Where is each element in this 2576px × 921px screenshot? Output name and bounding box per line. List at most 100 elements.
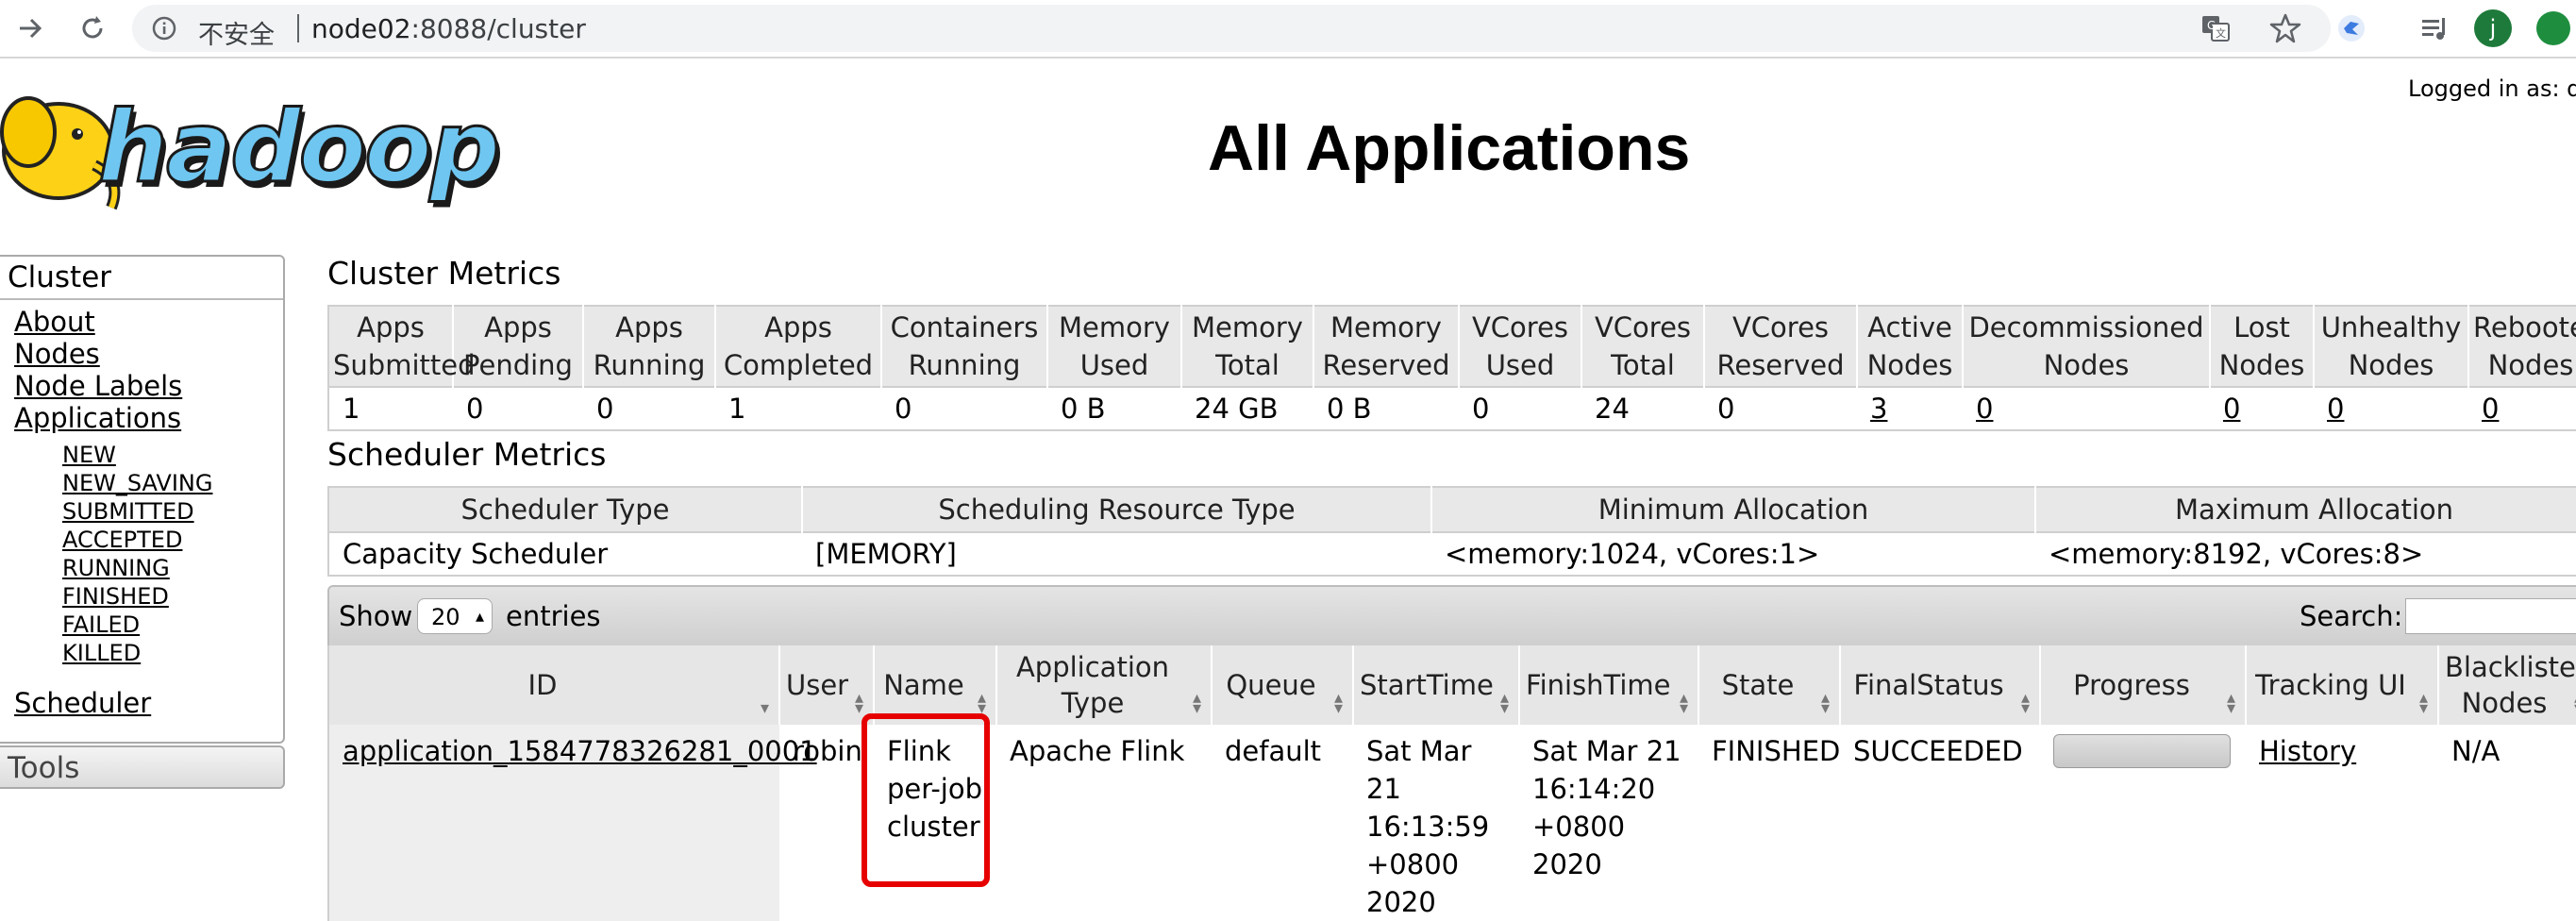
cm-link-rebooted-nodes[interactable]: 0 bbox=[2482, 393, 2499, 425]
extension-icon[interactable] bbox=[2331, 8, 2372, 49]
cm-value-apps-pending: 0 bbox=[453, 386, 583, 430]
sort-icon[interactable]: ▴▾ bbox=[1680, 690, 1688, 717]
cm-value-containers-running: 0 bbox=[881, 386, 1047, 430]
apps-header-label: ID bbox=[527, 669, 558, 701]
apps-header-label: Blacklisted Nodes bbox=[2445, 651, 2576, 719]
cm-header-containers-running: Containers Running bbox=[881, 306, 1048, 387]
cm-header-vcores-used: VCores Used bbox=[1459, 306, 1582, 387]
show-label: Show bbox=[339, 600, 413, 632]
sort-icon[interactable]: ▴▾ bbox=[2227, 690, 2235, 717]
sm-header-maximum-allocation: Maximum Allocation bbox=[2035, 487, 2576, 532]
sort-icon[interactable]: ▴▾ bbox=[855, 690, 863, 717]
sort-icon[interactable]: ▴▾ bbox=[978, 690, 986, 717]
browser-toolbar: 不安全 node02:8088/cluster G文 j bbox=[0, 0, 2576, 59]
cm-link-decommissioned-nodes[interactable]: 0 bbox=[1976, 393, 1993, 425]
cell-queue: default bbox=[1225, 735, 1322, 767]
sort-icon[interactable]: ▴▾ bbox=[2021, 690, 2030, 717]
info-icon[interactable] bbox=[151, 15, 177, 42]
forward-icon[interactable] bbox=[11, 9, 49, 47]
sidebar-heading-tools[interactable]: Tools bbox=[8, 751, 79, 785]
logo-wordmark-fill: hadoop bbox=[98, 90, 498, 205]
cm-link-active-nodes[interactable]: 3 bbox=[1870, 393, 1887, 425]
sort-icon[interactable]: ▴▾ bbox=[1821, 690, 1830, 717]
cm-header-apps-submitted: Apps Submitted bbox=[328, 306, 476, 387]
bookmark-star-icon[interactable] bbox=[2268, 11, 2302, 45]
apps-header-tracking-ui[interactable]: Tracking UI ▴ ▾ bbox=[2246, 645, 2439, 725]
sort-desc-icon[interactable]: ▾ bbox=[761, 700, 769, 717]
cm-header-memory-total: Memory Total bbox=[1181, 306, 1314, 387]
sort-icon[interactable]: ▴▾ bbox=[1334, 690, 1343, 717]
cm-link-lost-nodes[interactable]: 0 bbox=[2223, 393, 2240, 425]
apps-header-user[interactable]: User ▴ ▾ bbox=[779, 645, 875, 725]
media-playlist-icon[interactable] bbox=[2414, 8, 2455, 49]
cell-id: application_1584778326281_0001 bbox=[328, 725, 817, 921]
address-bar[interactable]: 不安全 node02:8088/cluster G文 bbox=[132, 5, 2331, 52]
tracking-history-link[interactable]: History bbox=[2259, 735, 2356, 767]
apps-header-progress[interactable]: Progress ▴ ▾ bbox=[2040, 645, 2247, 725]
avatar-letter: j bbox=[2474, 9, 2512, 47]
cm-value-vcores-total: 24 bbox=[1581, 386, 1704, 430]
cm-value-rebooted-nodes: 0 bbox=[2468, 386, 2576, 430]
sidebar-heading-cluster[interactable]: Cluster bbox=[0, 257, 283, 300]
apps-header-starttime[interactable]: StartTime ▴ ▾ bbox=[1353, 645, 1520, 725]
apps-header-name[interactable]: Name ▴ ▾ bbox=[874, 645, 997, 725]
insecure-label: 不安全 bbox=[198, 21, 275, 50]
reload-icon[interactable] bbox=[74, 9, 111, 47]
translate-icon[interactable]: G文 bbox=[2199, 11, 2233, 45]
progress-bar bbox=[2053, 734, 2231, 768]
sidebar-tools[interactable]: Tools bbox=[0, 745, 285, 789]
apps-header-label: StartTime bbox=[1360, 669, 1494, 701]
cell-start: Sat Mar 21 16:13:59 +0800 2020 bbox=[1366, 735, 1490, 918]
search-input[interactable] bbox=[2405, 598, 2576, 634]
cm-value-apps-running: 0 bbox=[583, 386, 715, 430]
sidebar-state-new-saving[interactable]: NEW_SAVING bbox=[62, 470, 212, 496]
sort-icon[interactable]: ▴▾ bbox=[2419, 690, 2428, 717]
apps-header-id[interactable]: ID ▾ bbox=[328, 645, 780, 725]
sidebar-state-killed[interactable]: KILLED bbox=[62, 640, 141, 666]
sidebar-item-node-labels[interactable]: Node Labels bbox=[14, 370, 182, 402]
sort-icon[interactable]: ▴▾ bbox=[1193, 690, 1201, 717]
apps-header-queue[interactable]: Queue ▴ ▾ bbox=[1212, 645, 1354, 725]
cell-finish: Sat Mar 21 16:14:20 +0800 2020 bbox=[1532, 735, 1681, 880]
cm-header-decommissioned-nodes: Decommissioned Nodes bbox=[1963, 306, 2211, 387]
apps-header-finalstatus[interactable]: FinalStatus ▴ ▾ bbox=[1840, 645, 2041, 725]
cm-header-unhealthy-nodes: Unhealthy Nodes bbox=[2314, 306, 2469, 387]
apps-table-toolbar: Show 20▴▾ entries Search: bbox=[327, 585, 2576, 662]
applications-table: ID ▾ User ▴ ▾ Name ▴ ▾ Application Type ▴ ▾ Queue ▴ ▾… bbox=[327, 645, 2576, 921]
apps-header-finishtime[interactable]: FinishTime ▴ ▾ bbox=[1519, 645, 1699, 725]
apps-header-label: FinishTime bbox=[1526, 669, 1671, 701]
cell-type: Apache Flink bbox=[1010, 735, 1185, 767]
sm-header-scheduling-resource-type: Scheduling Resource Type bbox=[802, 487, 1432, 532]
apps-header-label: Application Type bbox=[1015, 651, 1170, 719]
sort-icon[interactable]: ▴▾ bbox=[1500, 690, 1509, 717]
hadoop-logo[interactable]: hadoop hadoop bbox=[0, 75, 528, 217]
sidebar-item-about[interactable]: About bbox=[14, 306, 95, 338]
sidebar-state-failed[interactable]: FAILED bbox=[62, 611, 140, 638]
sidebar-state-accepted[interactable]: ACCEPTED bbox=[62, 527, 182, 553]
application-id-link[interactable]: application_1584778326281_0001 bbox=[343, 735, 817, 767]
apps-header-blacklisted-nodes[interactable]: Blacklisted Nodes▴▾ bbox=[2438, 645, 2576, 725]
sidebar-state-finished[interactable]: FINISHED bbox=[62, 583, 169, 610]
table-row[interactable]: application_1584778326281_0001 robin Flink… bbox=[328, 725, 2576, 921]
page-size-select[interactable]: 20▴▾ bbox=[417, 598, 493, 662]
sidebar-state-running[interactable]: RUNNING bbox=[62, 555, 170, 581]
url-text[interactable]: node02:8088/cluster bbox=[311, 13, 586, 44]
apps-header-state[interactable]: State ▴ ▾ bbox=[1698, 645, 1841, 725]
cm-value-active-nodes: 3 bbox=[1857, 386, 1963, 430]
sidebar-item-applications[interactable]: Applications bbox=[14, 402, 181, 434]
cm-header-active-nodes: Active Nodes bbox=[1857, 306, 1964, 387]
cell-user: robin bbox=[793, 735, 862, 767]
cm-value-apps-completed: 1 bbox=[715, 386, 881, 430]
update-icon[interactable] bbox=[2533, 8, 2574, 49]
sidebar-item-nodes[interactable]: Nodes bbox=[14, 338, 100, 370]
scheduler-metrics-title: Scheduler Metrics bbox=[327, 436, 607, 473]
entries-label: entries bbox=[506, 600, 601, 632]
apps-header-application-type[interactable]: Application Type ▴ ▾ bbox=[996, 645, 1213, 725]
progress-fill bbox=[2054, 735, 2230, 767]
sidebar-item-scheduler[interactable]: Scheduler bbox=[14, 687, 151, 719]
profile-avatar[interactable]: j bbox=[2472, 8, 2514, 49]
sidebar-state-submitted[interactable]: SUBMITTED bbox=[62, 498, 194, 525]
sidebar-state-new[interactable]: NEW bbox=[62, 442, 116, 468]
cell-progress bbox=[2040, 725, 2246, 921]
cm-link-unhealthy-nodes[interactable]: 0 bbox=[2327, 393, 2344, 425]
